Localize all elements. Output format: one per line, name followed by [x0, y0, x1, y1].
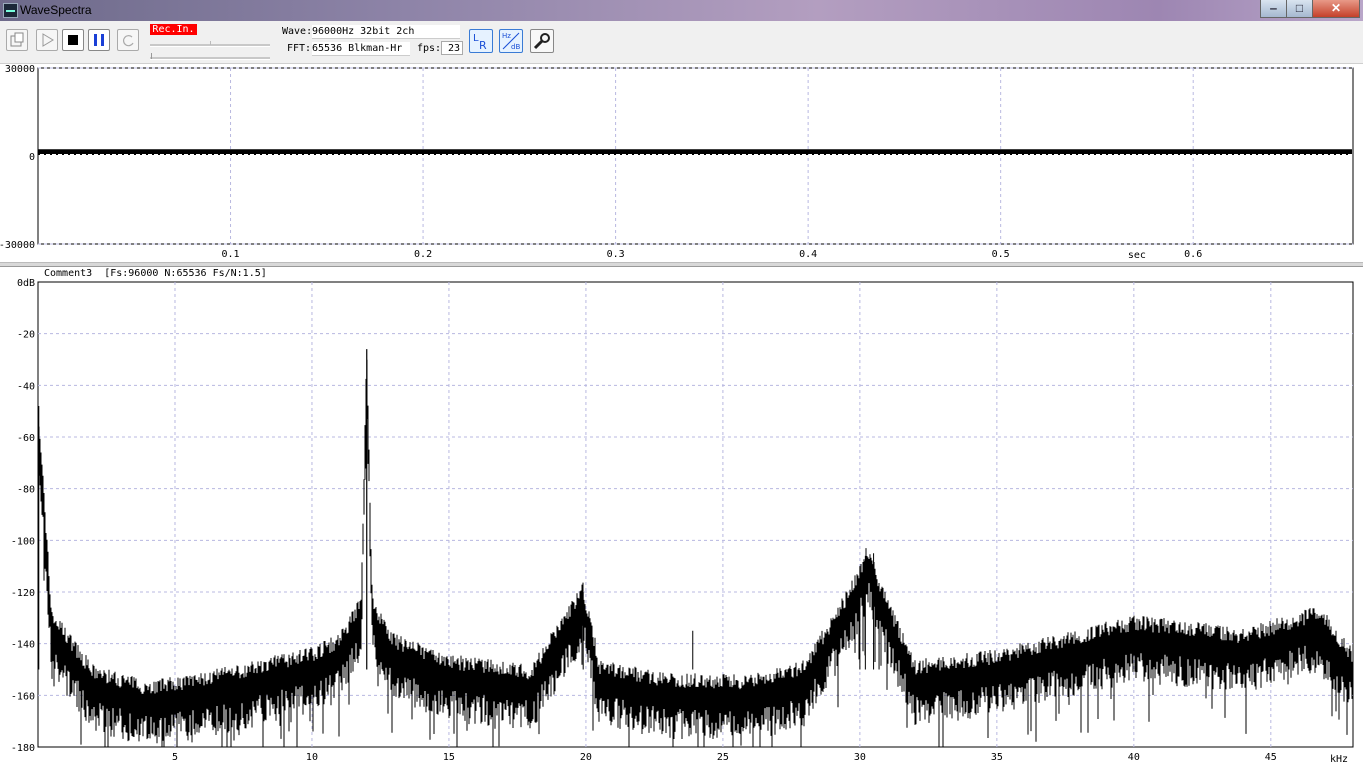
spectrum-panel[interactable]: Comment3 [Fs:96000 N:65536 Fs/N:1.5] 5 10…	[0, 267, 1363, 768]
spectrum-x-tick-label: 30	[854, 752, 866, 763]
slider-tick	[210, 41, 211, 45]
spectrum-y-tick-label: -80	[17, 485, 35, 496]
waveform-y-tick-label: -30000	[0, 240, 35, 251]
position-slider-track[interactable]	[150, 57, 270, 60]
fps-label: fps:	[417, 43, 442, 54]
settings-button[interactable]	[530, 29, 554, 53]
play-button[interactable]	[36, 29, 58, 51]
spectrum-y-tick-label: -40	[17, 381, 35, 392]
toolbar: Rec.In. Wave: 96000Hz 32bit 2ch FFT: 655…	[0, 21, 1363, 64]
spectrum-y-tick-label: -120	[11, 588, 35, 599]
lr-channel-button[interactable]: L R	[469, 29, 493, 53]
maximize-button[interactable]: □	[1286, 0, 1313, 18]
spectrum-y-tick-label: -180	[11, 743, 35, 754]
svg-text:Hz: Hz	[502, 32, 511, 40]
spectrum-chart: 5 10 15 20 25 30 35 40 45 0dB -20 -40 -60 -80 -100 -120…	[11, 278, 1354, 765]
waveform-x-tick-label: 0.4	[799, 249, 817, 260]
lr-channel-icon: L R	[473, 33, 487, 52]
fft-label: FFT:	[287, 43, 312, 54]
spectrum-x-tick-label: 20	[580, 752, 592, 763]
spectrum-y-tick-label: -20	[17, 330, 35, 341]
stop-button[interactable]	[62, 29, 84, 51]
title-bar: WaveSpectra ‒ □ ✕	[0, 0, 1363, 21]
spectrum-x-tick-label: 35	[991, 752, 1003, 763]
spectrum-x-tick-label: 25	[717, 752, 729, 763]
spectrum-y-tick-label: -140	[11, 640, 35, 651]
waveform-x-tick-label: 0.5	[992, 249, 1010, 260]
spectrum-y-tick-label: -60	[17, 433, 35, 444]
loop-button[interactable]	[117, 29, 139, 51]
waveform-x-unit: sec	[1128, 250, 1146, 261]
close-button[interactable]: ✕	[1312, 0, 1360, 18]
waveform-y-tick-label: 0	[29, 152, 35, 163]
open-button[interactable]	[6, 29, 28, 51]
slider-thumb[interactable]	[151, 53, 152, 59]
open-icon	[10, 32, 24, 47]
svg-text:R: R	[479, 39, 487, 52]
pause-icon	[94, 34, 104, 46]
waveform-plot-frame	[37, 67, 1354, 245]
play-icon	[42, 33, 54, 47]
waveform-x-tick-label: 0.6	[1184, 249, 1202, 260]
minimize-button[interactable]: ‒	[1260, 0, 1287, 18]
window-title: WaveSpectra	[20, 3, 92, 17]
hz-db-icon: Hz dB	[502, 32, 520, 51]
pause-button[interactable]	[88, 29, 110, 51]
waveform-x-tick-label: 0.3	[607, 249, 625, 260]
loop-icon	[123, 35, 134, 47]
wrench-settings-icon	[533, 33, 550, 50]
spectrum-x-tick-label: 10	[306, 752, 318, 763]
wave-format-label: Wave:	[282, 26, 313, 37]
spectrum-x-tick-label: 45	[1265, 752, 1277, 763]
spectrum-x-unit: kHz	[1330, 754, 1348, 765]
waveform-x-tick-label: 0.1	[222, 249, 240, 260]
stop-icon	[68, 35, 78, 45]
spectrum-header: Comment3 [Fs:96000 N:65536 Fs/N:1.5]	[44, 268, 267, 279]
fps-value: 23	[441, 41, 463, 55]
waveform-panel[interactable]: 0.1 0.2 0.3 0.4 0.5 0.6 30000 0 -30000 sec	[0, 64, 1363, 262]
spectrum-x-tick-label: 5	[172, 752, 178, 763]
spectrum-x-tick-label: 40	[1128, 752, 1140, 763]
spectrum-x-tick-label: 15	[443, 752, 455, 763]
hz-db-button[interactable]: Hz dB	[499, 29, 523, 53]
spectrum-y-tick-label: -160	[11, 691, 35, 702]
svg-text:dB: dB	[511, 43, 520, 51]
wave-format-value: 96000Hz 32bit 2ch	[312, 25, 460, 39]
waveform-x-tick-label: 0.2	[414, 249, 432, 260]
app-icon	[3, 3, 18, 18]
spectrum-y-tick-label: 0dB	[17, 278, 35, 289]
spectrum-y-tick-label: -100	[11, 536, 35, 547]
waveform-y-tick-label: 30000	[5, 64, 35, 75]
rec-input-badge: Rec.In.	[150, 24, 197, 35]
waveform-chart: 0.1 0.2 0.3 0.4 0.5 0.6 30000 0 -30000 sec	[0, 64, 1354, 261]
fft-value: 65536 Blkman-Hr	[312, 42, 410, 56]
